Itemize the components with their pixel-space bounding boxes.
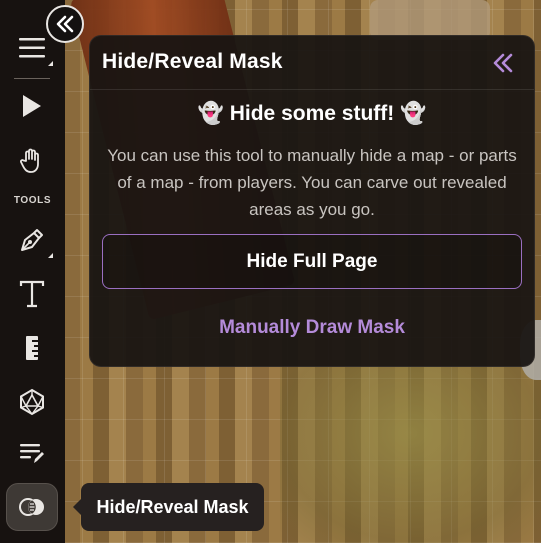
map-grass-patch bbox=[280, 360, 541, 543]
panel-title: Hide/Reveal Mask bbox=[102, 50, 283, 73]
text-icon bbox=[19, 280, 45, 308]
notes-tool-button[interactable] bbox=[8, 431, 56, 475]
dice-tool-button[interactable] bbox=[8, 380, 56, 424]
hand-icon bbox=[20, 148, 39, 173]
hide-full-page-button[interactable]: Hide Full Page bbox=[102, 234, 522, 289]
panel-description: You can use this tool to manually hide a… bbox=[107, 146, 517, 219]
manually-draw-mask-button[interactable]: Manually Draw Mask bbox=[90, 317, 534, 339]
tools-section-label: TOOLS bbox=[13, 195, 52, 206]
tooltip-arrow bbox=[73, 499, 81, 515]
panel-collapse-button[interactable] bbox=[488, 48, 518, 78]
pointer-tool-button[interactable] bbox=[8, 84, 56, 128]
toolbar-divider bbox=[14, 78, 50, 79]
tooltip-text: Hide/Reveal Mask bbox=[96, 496, 249, 517]
submenu-indicator bbox=[48, 61, 53, 66]
pointer-icon bbox=[23, 95, 41, 117]
submenu-indicator bbox=[48, 253, 53, 258]
map-rug bbox=[370, 0, 490, 40]
ruler-icon bbox=[26, 336, 38, 360]
menu-icon bbox=[19, 38, 45, 58]
double-chevron-left-icon bbox=[56, 15, 74, 33]
list-edit-icon bbox=[20, 444, 44, 463]
tool-sidebar: TOOLS bbox=[0, 0, 65, 543]
mask-icon bbox=[19, 498, 44, 516]
dice-icon bbox=[20, 388, 44, 416]
panel-header: Hide/Reveal Mask bbox=[90, 36, 534, 90]
ruler-tool-button[interactable] bbox=[8, 326, 56, 370]
pen-icon bbox=[21, 229, 43, 251]
mask-tool-button[interactable] bbox=[6, 483, 58, 531]
pen-tool-button[interactable] bbox=[8, 218, 56, 262]
double-chevron-left-icon bbox=[493, 53, 513, 73]
hand-tool-button[interactable] bbox=[8, 139, 56, 183]
panel-heading: 👻 Hide some stuff! 👻 bbox=[197, 102, 427, 125]
tool-tooltip: Hide/Reveal Mask bbox=[73, 483, 264, 531]
hide-reveal-mask-panel: Hide/Reveal Mask 👻 Hide some stuff! 👻 Yo… bbox=[89, 35, 535, 367]
text-tool-button[interactable] bbox=[8, 272, 56, 316]
collapse-toolbar-button[interactable] bbox=[46, 5, 84, 43]
